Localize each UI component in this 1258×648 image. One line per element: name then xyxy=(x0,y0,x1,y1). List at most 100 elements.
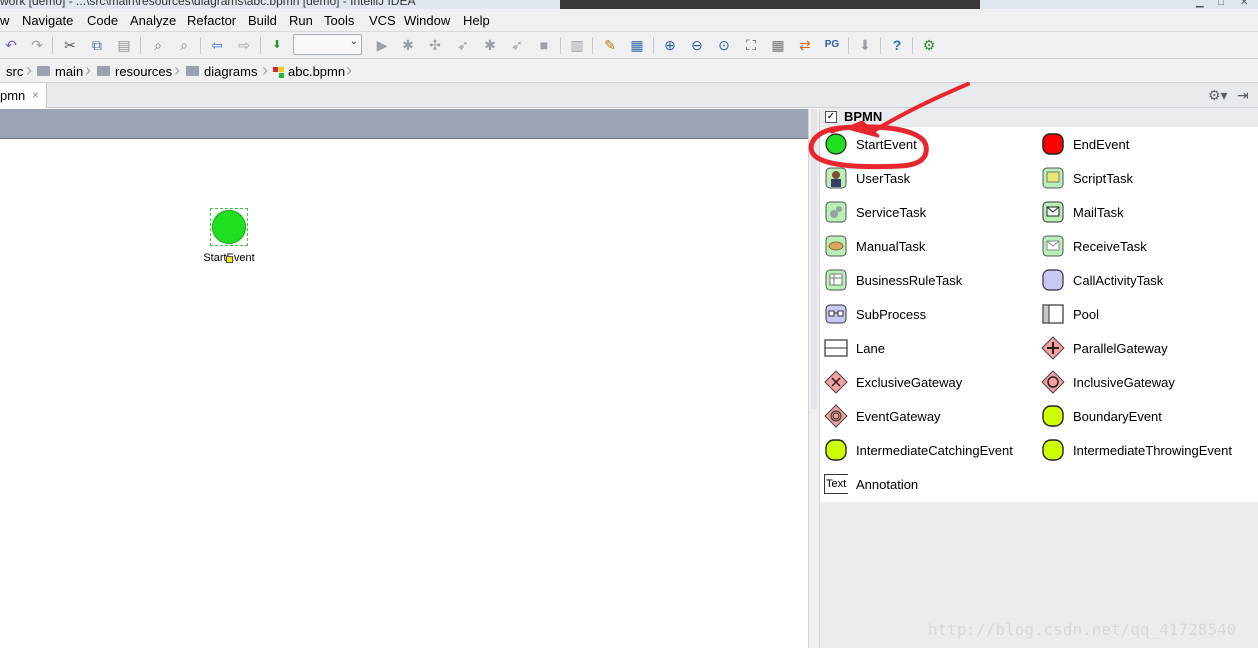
main-toolbar: ↶ ↷ ✂ ⧉ ▤ ⌕ ⌕ ⇦ ⇨ ⬇ ▶ ✱ ✣ ➶ ✱ ➶ ■ ▥ ✎ ▦ … xyxy=(0,32,1258,59)
scrollbar-track[interactable] xyxy=(811,109,817,409)
menu-vcs[interactable]: VCS xyxy=(369,13,396,28)
editor-palette-splitter[interactable] xyxy=(808,109,820,648)
palette-item-mail-task[interactable]: MailTask xyxy=(1041,198,1124,226)
breadcrumb-src[interactable]: src xyxy=(6,62,23,80)
section-checkbox[interactable]: ✓ xyxy=(825,111,837,123)
palette-section-header[interactable]: ✓ BPMN xyxy=(820,108,1258,127)
actual-size-icon[interactable]: ⊙ xyxy=(715,36,733,54)
breadcrumb-diagrams[interactable]: diagrams xyxy=(186,62,257,80)
palette-item-exclusive-gateway[interactable]: ExclusiveGateway xyxy=(824,368,962,396)
breadcrumb-label: main xyxy=(55,63,84,79)
close-window-icon[interactable]: ✕ xyxy=(1240,0,1252,9)
palette-item-manual-task[interactable]: ManualTask xyxy=(824,232,925,260)
palette-item-intermediate-catching-event[interactable]: IntermediateCatchingEvent xyxy=(824,436,1013,464)
stop-icon[interactable]: ■ xyxy=(535,36,553,54)
cut-icon[interactable]: ✂ xyxy=(61,36,79,54)
forward-icon[interactable]: ⇨ xyxy=(235,36,253,54)
palette-item-end-event[interactable]: EndEvent xyxy=(1041,130,1129,158)
layout-icon[interactable]: ⇄ xyxy=(796,36,814,54)
breadcrumb-label: resources xyxy=(115,63,173,79)
export-image-icon[interactable]: PG xyxy=(823,36,841,54)
vcs-update-icon[interactable]: ⬇ xyxy=(856,36,874,54)
toolbar-separator xyxy=(200,37,201,54)
title-bar-background-overlap xyxy=(560,0,980,9)
find-icon[interactable]: ⌕ xyxy=(149,36,167,54)
palette-item-lane[interactable]: Lane xyxy=(824,334,885,362)
palette-item-pool[interactable]: Pool xyxy=(1041,300,1099,328)
toolbar-separator xyxy=(653,37,654,54)
menu-code[interactable]: Code xyxy=(87,13,118,28)
palette-item-label: ServiceTask xyxy=(856,204,927,220)
editor-tab-bar: pmn × xyxy=(0,83,820,108)
attach-debugger-icon[interactable]: ✱ xyxy=(481,36,499,54)
palette-item-call-activity-task[interactable]: CallActivityTask xyxy=(1041,266,1163,294)
toolbar-separator xyxy=(592,37,593,54)
back-icon[interactable]: ⇦ xyxy=(208,36,226,54)
menu-view[interactable]: w xyxy=(0,13,9,28)
palette-item-label: IntermediateThrowingEvent xyxy=(1073,442,1232,458)
palette-item-business-rule-task[interactable]: BusinessRuleTask xyxy=(824,266,962,294)
palette-item-user-task[interactable]: UserTask xyxy=(824,164,910,192)
maximize-icon[interactable]: □ xyxy=(1218,0,1230,9)
menu-run[interactable]: Run xyxy=(289,13,313,28)
profile-icon[interactable]: ➶ xyxy=(454,36,472,54)
palette-item-subprocess[interactable]: SubProcess xyxy=(824,300,926,328)
undo-icon[interactable]: ↶ xyxy=(2,36,20,54)
breadcrumb-abc-bpmn[interactable]: abc.bpmn xyxy=(273,62,345,80)
palette-item-event-gateway[interactable]: EventGateway xyxy=(824,402,941,430)
structure-icon[interactable]: ▦ xyxy=(628,36,646,54)
debug-icon[interactable]: ✱ xyxy=(399,36,417,54)
palette-item-label: Lane xyxy=(856,340,885,356)
lane-icon xyxy=(824,336,848,360)
palette-item-script-task[interactable]: ScriptTask xyxy=(1041,164,1133,192)
breadcrumb-resources[interactable]: resources xyxy=(97,62,172,80)
palette-item-inclusive-gateway[interactable]: InclusiveGateway xyxy=(1041,368,1175,396)
copy-icon[interactable]: ⧉ xyxy=(88,36,106,54)
label-resize-handle[interactable] xyxy=(226,256,233,263)
palette-item-annotation[interactable]: Text Annotation xyxy=(824,470,918,498)
menu-tools[interactable]: Tools xyxy=(324,13,354,28)
palette-item-start-event[interactable]: StartEvent xyxy=(824,130,917,158)
menu-navigate[interactable]: Navigate xyxy=(22,13,73,28)
hide-panel-icon[interactable]: ⇥ xyxy=(1237,87,1249,104)
subprocess-icon xyxy=(824,302,848,326)
gear-icon[interactable]: ⚙▾ xyxy=(1208,87,1228,104)
palette-item-intermediate-throwing-event[interactable]: IntermediateThrowingEvent xyxy=(1041,436,1232,464)
run-icon[interactable]: ▶ xyxy=(373,36,391,54)
make-project-icon[interactable]: ⬇ xyxy=(268,36,286,54)
palette-toolbar: ⚙▾ ⇥ xyxy=(820,83,1258,108)
breadcrumb-main[interactable]: main xyxy=(37,62,83,80)
palette-item-receive-task[interactable]: ReceiveTask xyxy=(1041,232,1147,260)
replace-icon[interactable]: ⌕ xyxy=(175,36,193,54)
menu-help[interactable]: Help xyxy=(463,13,490,28)
paste-icon[interactable]: ▤ xyxy=(115,36,133,54)
redo-icon[interactable]: ↷ xyxy=(28,36,46,54)
menu-analyze[interactable]: Analyze xyxy=(130,13,176,28)
intermediate-throwing-event-icon xyxy=(1041,438,1065,462)
tab-abc-bpmn[interactable]: pmn × xyxy=(0,83,47,108)
run-dashboard-icon[interactable]: ➶ xyxy=(508,36,526,54)
palette-item-parallel-gateway[interactable]: ParallelGateway xyxy=(1041,334,1168,362)
close-icon[interactable]: × xyxy=(32,88,39,102)
zoom-in-icon[interactable]: ⊕ xyxy=(661,36,679,54)
start-event-node[interactable] xyxy=(212,210,246,244)
diagram-canvas[interactable] xyxy=(0,140,808,648)
help-icon[interactable]: ? xyxy=(888,36,906,54)
settings-tool-icon[interactable]: ✎ xyxy=(601,36,619,54)
plugin-icon[interactable]: ⚙ xyxy=(920,36,938,54)
minimize-icon[interactable]: ▁ xyxy=(1196,0,1208,9)
menu-window[interactable]: Window xyxy=(404,13,450,28)
show-grid-icon[interactable]: ▦ xyxy=(769,36,787,54)
breadcrumb-label: src xyxy=(6,63,24,79)
toolbar-separator xyxy=(140,37,141,54)
run-configuration-combo[interactable]: ⌄ xyxy=(293,34,362,55)
menu-refactor[interactable]: Refactor xyxy=(187,13,236,28)
palette-item-label: UserTask xyxy=(856,170,911,186)
coverage-icon[interactable]: ✣ xyxy=(426,36,444,54)
palette-item-boundary-event[interactable]: BoundaryEvent xyxy=(1041,402,1162,430)
fit-content-icon[interactable]: ⛶ xyxy=(742,36,760,54)
menu-build[interactable]: Build xyxy=(248,13,277,28)
zoom-out-icon[interactable]: ⊖ xyxy=(688,36,706,54)
palette-item-service-task[interactable]: ServiceTask xyxy=(824,198,926,226)
project-structure-icon[interactable]: ▥ xyxy=(568,36,586,54)
